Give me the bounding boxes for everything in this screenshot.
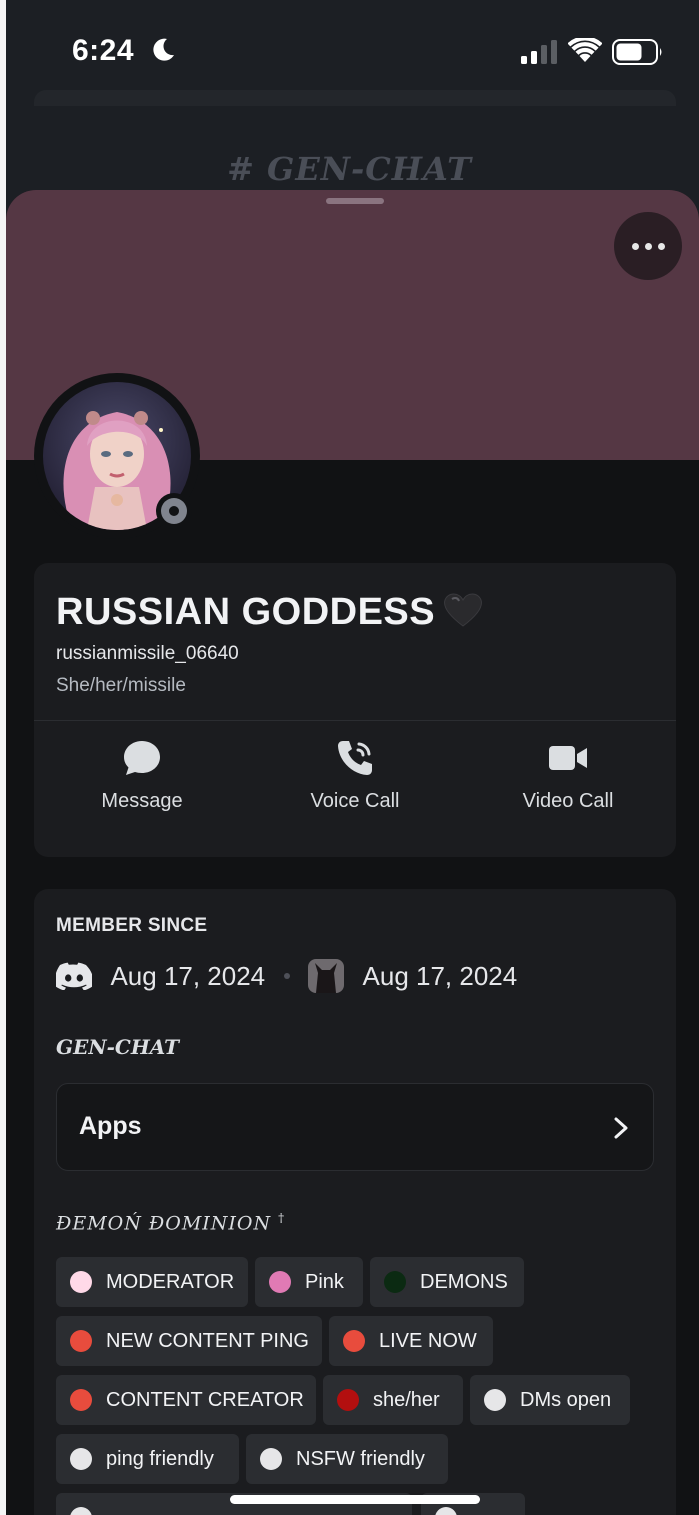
role-name: DMs open	[520, 1389, 612, 1411]
message-button[interactable]: Message	[42, 738, 242, 838]
video-call-button[interactable]: Video Call	[468, 738, 668, 838]
role-chip[interactable]: NSFW friendly	[246, 1434, 448, 1484]
role-color-dot	[70, 1330, 92, 1352]
chevron-right-icon	[614, 1117, 628, 1139]
role-color-dot	[70, 1448, 92, 1470]
role-color-dot	[70, 1507, 92, 1515]
role-name: NEW CONTENT PING	[106, 1330, 309, 1352]
info-card: MEMBER SINCE Aug 17, 2024 Aug 17, 2024 G…	[34, 889, 676, 1515]
role-chip[interactable]: she/her	[323, 1375, 463, 1425]
role-color-dot	[269, 1271, 291, 1293]
discord-member-date: Aug 17, 2024	[110, 960, 266, 991]
more-dot-icon	[632, 243, 639, 250]
member-since-title: MEMBER SINCE	[56, 915, 208, 936]
separator-dot	[283, 973, 290, 979]
role-chip[interactable]: NEW CONTENT PING	[56, 1316, 322, 1366]
discord-logo-icon	[56, 962, 92, 990]
background-channel-bar	[34, 90, 676, 106]
server-demon-icon	[308, 959, 345, 993]
video-call-label: Video Call	[522, 790, 614, 812]
role-name: CONTENT CREATOR	[106, 1389, 304, 1411]
role-color-dot	[70, 1271, 92, 1293]
server-name-mark: †	[278, 1211, 286, 1225]
black-heart-icon	[444, 593, 483, 627]
more-dot-icon	[658, 243, 665, 250]
message-label: Message	[101, 790, 183, 812]
role-color-dot	[70, 1389, 92, 1411]
profile-card: RUSSIAN GODDESS russianmissile_06640 She…	[34, 563, 676, 857]
divider	[34, 720, 676, 721]
pronouns: She/her/missile	[56, 675, 186, 696]
more-dot-icon	[645, 243, 652, 250]
chat-bubble-icon	[124, 741, 160, 775]
status-time: 6:24	[72, 34, 135, 67]
battery-icon	[612, 39, 662, 65]
role-name: Pink	[305, 1271, 344, 1293]
server-member-date: Aug 17, 2024	[362, 960, 518, 991]
status-idle-indicator	[156, 493, 192, 529]
home-indicator[interactable]	[230, 1495, 480, 1504]
role-name: MODERATOR	[106, 1271, 235, 1293]
role-name: she/her	[373, 1389, 440, 1411]
username: russianmissile_06640	[56, 643, 239, 664]
wifi-icon	[568, 38, 602, 62]
apps-label: Apps	[79, 1112, 142, 1140]
avatar-container[interactable]	[34, 373, 200, 539]
moon-icon	[153, 38, 174, 61]
role-color-dot	[435, 1507, 457, 1515]
display-name: RUSSIAN GODDESS	[56, 591, 483, 634]
role-chip[interactable]: DEMONS	[370, 1257, 524, 1307]
member-since-row: Aug 17, 2024 Aug 17, 2024	[56, 959, 517, 995]
role-color-dot	[260, 1448, 282, 1470]
role-name: LIVE NOW	[379, 1330, 477, 1352]
phone-icon	[338, 741, 372, 775]
server-name-text: ĐEMOŃ ĐOMINION	[56, 1212, 272, 1235]
profile-sheet: RUSSIAN GODDESS russianmissile_06640 She…	[6, 190, 699, 1515]
cellular-signal-icon	[521, 40, 557, 64]
role-chip[interactable]: Pink	[255, 1257, 363, 1307]
server-icon	[308, 959, 345, 993]
profile-screen: 6:24 # GEN-CHAT RUSSIAN GODDESS russianm…	[0, 0, 699, 1515]
sheet-drag-handle[interactable]	[326, 198, 384, 204]
role-chip[interactable]: DMs open	[470, 1375, 630, 1425]
role-color-dot	[384, 1271, 406, 1293]
voice-call-label: Voice Call	[310, 790, 400, 812]
role-color-dot	[484, 1389, 506, 1411]
gen-chat-section-label: GEN-CHAT	[56, 1035, 180, 1059]
more-options-button[interactable]	[614, 212, 682, 280]
role-chip[interactable]: CONTENT CREATOR	[56, 1375, 316, 1425]
status-bar: 6:24	[6, 0, 699, 100]
background-channel-title: # GEN-CHAT	[227, 150, 472, 188]
server-name-label: ĐEMOŃ ĐOMINION †	[56, 1211, 285, 1234]
role-name: DEMONS	[420, 1271, 508, 1293]
role-chip[interactable]: MODERATOR	[56, 1257, 248, 1307]
role-color-dot	[337, 1389, 359, 1411]
role-color-dot	[343, 1330, 365, 1352]
role-chip[interactable]: ping friendly	[56, 1434, 239, 1484]
apps-button[interactable]: Apps	[56, 1083, 654, 1171]
video-camera-icon	[549, 746, 587, 770]
role-name: NSFW friendly	[296, 1448, 425, 1470]
display-name-text: RUSSIAN GODDESS	[56, 591, 436, 633]
role-name: ping friendly	[106, 1448, 214, 1470]
voice-call-button[interactable]: Voice Call	[255, 738, 455, 838]
role-chip[interactable]: LIVE NOW	[329, 1316, 493, 1366]
